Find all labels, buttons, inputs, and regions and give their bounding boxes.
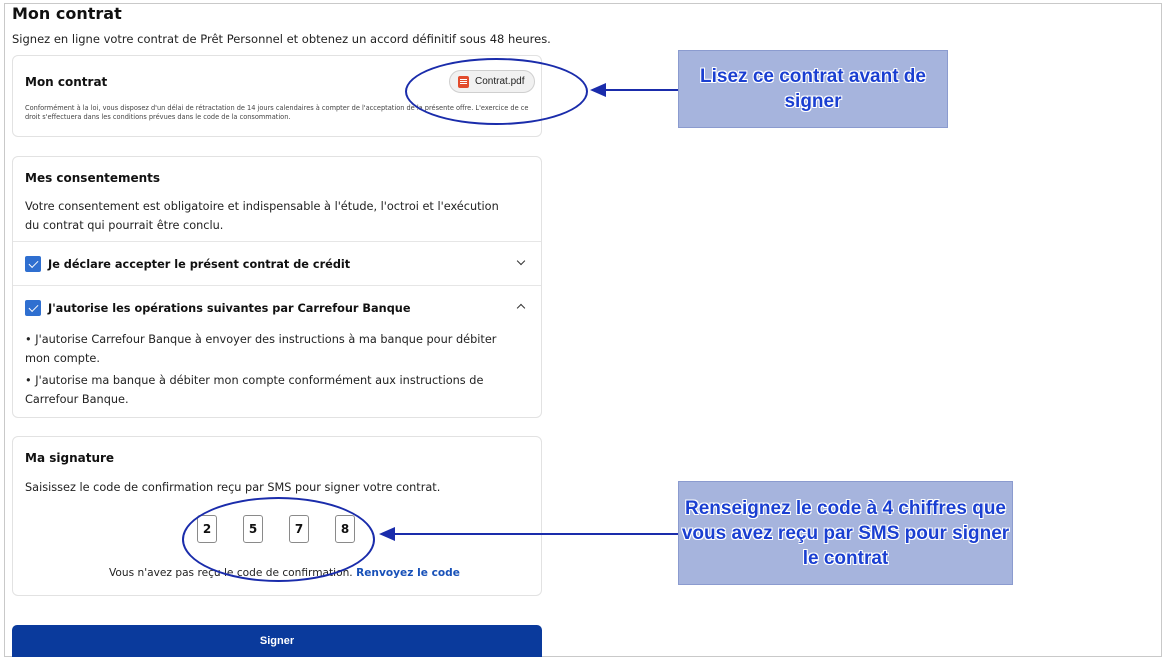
arrow-left-icon [379,527,395,541]
callout-read-contract: Lisez ce contrat avant de signer [678,50,948,128]
consent-detail-item: • J'autorise ma banque à débiter mon com… [25,374,484,406]
page-subtitle: Signez en ligne votre contrat de Prêt Pe… [12,32,551,46]
sign-button[interactable]: Signer [12,625,542,657]
resend-code-link[interactable]: Renvoyez le code [356,567,460,579]
page-title: Mon contrat [12,4,122,23]
highlight-ellipse-code [182,497,375,582]
divider [13,241,541,242]
divider [13,285,541,286]
consent-credit-label: Je déclare accepter le présent contrat d… [48,257,351,271]
signature-instructions: Saisissez le code de confirmation reçu p… [25,481,441,494]
signature-card-title: Ma signature [25,451,115,465]
consent-operations-checkbox[interactable] [25,300,41,316]
callout-enter-code: Renseignez le code à 4 chiffres que vous… [678,481,1013,585]
arrow-line-pdf [605,89,678,91]
consents-card-title: Mes consentements [25,171,161,185]
consent-item-operations[interactable]: J'autorise les opérations suivantes par … [25,298,531,318]
chevron-up-icon[interactable] [515,302,527,311]
consents-intro: Votre consentement est obligatoire et in… [25,200,499,232]
contract-card-title: Mon contrat [25,75,108,89]
consents-card: Mes consentements Votre consentement est… [12,156,542,418]
consent-operations-label: J'autorise les opérations suivantes par … [48,301,411,315]
chevron-down-icon[interactable] [515,258,527,264]
consent-detail-item: • J'autorise Carrefour Banque à envoyer … [25,333,497,365]
consent-credit-checkbox[interactable] [25,256,41,272]
arrow-line-code [394,533,678,535]
highlight-ellipse-pdf [405,58,588,125]
arrow-left-icon [590,83,606,97]
consent-item-credit-contract[interactable]: Je déclare accepter le présent contrat d… [25,254,531,274]
